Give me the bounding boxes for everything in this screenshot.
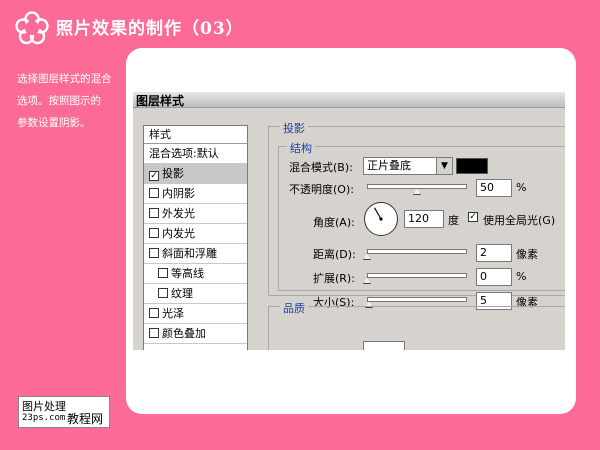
style-list-item[interactable]: 内阴影 bbox=[144, 184, 247, 204]
contour-preview[interactable] bbox=[363, 341, 405, 350]
style-checkbox[interactable] bbox=[149, 308, 159, 318]
angle-dial[interactable] bbox=[364, 202, 398, 236]
instruction-line: 选项。按照图示的 bbox=[17, 95, 101, 107]
style-list-item[interactable]: 光泽 bbox=[144, 304, 247, 324]
instruction-line: 参数设置阴影。 bbox=[17, 117, 91, 129]
style-checkbox[interactable] bbox=[149, 188, 159, 198]
blend-mode-label: 混合模式(B): bbox=[289, 161, 353, 174]
style-item-label: 斜面和浮雕 bbox=[162, 247, 217, 260]
angle-label: 角度(A): bbox=[313, 216, 355, 229]
style-item-label: 混合选项:默认 bbox=[149, 147, 219, 160]
style-item-label: 内阴影 bbox=[162, 187, 195, 200]
distance-unit: 像素 bbox=[516, 248, 538, 261]
style-list-item[interactable]: 颜色叠加 bbox=[144, 324, 247, 344]
blend-mode-value: 正片叠底 bbox=[367, 159, 411, 172]
distance-input[interactable]: 2 bbox=[476, 244, 512, 262]
style-item-label: 颜色叠加 bbox=[162, 327, 206, 340]
global-light-label[interactable]: 使用全局光(G) bbox=[483, 212, 555, 228]
badge-domain-text: 23ps.com bbox=[22, 413, 66, 423]
angle-unit: 度 bbox=[448, 214, 459, 227]
flower-logo-icon bbox=[15, 11, 49, 45]
global-light-checkbox[interactable]: ✓ bbox=[468, 212, 478, 222]
style-checkbox[interactable] bbox=[158, 268, 168, 278]
style-list-item[interactable]: ✓ 投影 bbox=[144, 164, 247, 184]
dialog-titlebar[interactable]: 图层样式 bbox=[133, 92, 565, 108]
chevron-down-icon[interactable]: ▼ bbox=[436, 158, 452, 174]
opacity-unit: % bbox=[516, 181, 527, 194]
style-checkbox[interactable] bbox=[149, 248, 159, 258]
opacity-label: 不透明度(O): bbox=[289, 183, 354, 196]
distance-label: 距离(D): bbox=[313, 248, 356, 261]
spread-slider-track[interactable] bbox=[367, 273, 467, 278]
drop-shadow-group-label: 投影 bbox=[280, 120, 308, 136]
layer-style-dialog: 图层样式 样式 混合选项:默认 ✓ 投影 内阴影 外发光 内发光 斜面和浮雕 等高线 纹理 光泽颜… bbox=[133, 92, 565, 350]
style-list-item[interactable]: 纹理 bbox=[144, 284, 247, 304]
distance-slider-track[interactable] bbox=[367, 249, 467, 254]
style-item-label: 光泽 bbox=[162, 307, 184, 320]
style-item-label: 内发光 bbox=[162, 227, 195, 240]
content-card: 图层样式 样式 混合选项:默认 ✓ 投影 内阴影 外发光 内发光 斜面和浮雕 等高线 纹理 光泽颜… bbox=[126, 48, 576, 414]
style-item-label: 等高线 bbox=[171, 267, 204, 280]
quality-group bbox=[268, 306, 565, 350]
shadow-color-swatch[interactable] bbox=[456, 158, 488, 174]
page-title: 照片效果的制作（03） bbox=[56, 19, 244, 39]
spread-label: 扩展(R): bbox=[313, 272, 355, 285]
dialog-title: 图层样式 bbox=[136, 94, 185, 108]
style-checkbox[interactable] bbox=[158, 288, 168, 298]
angle-input[interactable]: 120 bbox=[404, 210, 444, 228]
style-item-label: 外发光 bbox=[162, 207, 195, 220]
size-slider-track[interactable] bbox=[367, 297, 467, 302]
quality-group-label: 品质 bbox=[280, 300, 308, 316]
style-list-header: 样式 bbox=[144, 126, 247, 144]
style-list-item[interactable]: 内发光 bbox=[144, 224, 247, 244]
badge-sub-text: 教程网 bbox=[67, 412, 104, 426]
instruction-line: 选择图层样式的混合 bbox=[17, 73, 112, 85]
blend-mode-select[interactable]: 正片叠底 ▼ bbox=[363, 157, 453, 175]
style-list-item[interactable]: 斜面和浮雕 bbox=[144, 244, 247, 264]
style-checkbox[interactable] bbox=[149, 328, 159, 338]
spread-unit: % bbox=[516, 270, 527, 283]
spread-input[interactable]: 0 bbox=[476, 268, 512, 286]
style-list-item[interactable]: 外发光 bbox=[144, 204, 247, 224]
angle-indicator-icon bbox=[373, 207, 383, 221]
style-checkbox[interactable] bbox=[149, 228, 159, 238]
site-badge[interactable]: 图片处理 23ps.com 教程网 bbox=[18, 396, 110, 428]
style-list-item[interactable]: 等高线 bbox=[144, 264, 247, 284]
style-checkbox[interactable] bbox=[149, 208, 159, 218]
structure-group-label: 结构 bbox=[287, 140, 315, 156]
style-item-label: 投影 bbox=[162, 167, 184, 180]
style-list: 样式 混合选项:默认 ✓ 投影内阴影外发光内发光斜面和浮雕等高线纹理光泽颜色叠加 bbox=[143, 125, 248, 350]
opacity-input[interactable]: 50 bbox=[476, 179, 512, 197]
style-item-label: 纹理 bbox=[171, 287, 193, 300]
badge-main-text: 图片处理 bbox=[22, 400, 66, 413]
style-list-item[interactable]: 混合选项:默认 bbox=[144, 144, 247, 164]
instruction-text: 选择图层样式的混合 选项。按照图示的 参数设置阴影。 bbox=[17, 68, 127, 134]
style-checkbox[interactable]: ✓ bbox=[149, 171, 159, 181]
